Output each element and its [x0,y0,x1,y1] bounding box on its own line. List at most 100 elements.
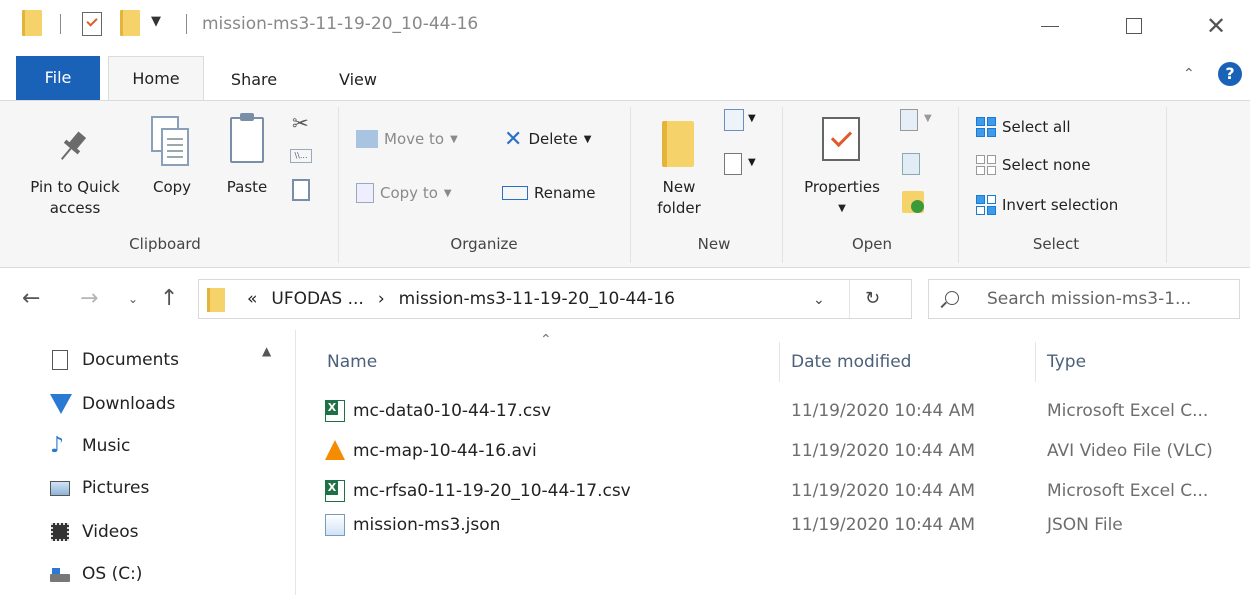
address-history-chevron-icon[interactable]: ⌄ [813,292,825,308]
tab-view[interactable]: View [322,60,394,100]
chevron-down-icon[interactable]: ▼ [748,157,756,168]
search-input[interactable]: Search mission-ms3-1... [987,289,1191,309]
forward-arrow-icon[interactable]: → [80,286,98,311]
paste-button[interactable]: Paste [218,177,276,198]
sort-ascending-icon: ⌃ [540,332,552,348]
table-row[interactable]: mc-rfsa0-11-19-20_10-44-17.csv 11/19/202… [297,476,1250,508]
paste-icon [230,113,264,163]
delete-button[interactable]: ✕ Delete ▼ [504,127,592,152]
pin-to-quick-access-button[interactable]: Pin to Quick access [18,177,132,219]
pin-label-line1: Pin to Quick [30,178,120,196]
chevron-down-icon: ▼ [450,133,458,145]
sidebar-item-documents[interactable]: Documents [50,344,179,376]
copy-to-button[interactable]: Copy to ▼ [356,181,452,205]
close-icon: ✕ [1205,12,1227,40]
file-date: 11/19/2020 10:44 AM [791,441,976,461]
properties-quick-access-icon[interactable] [82,12,102,36]
excel-icon [325,400,345,422]
clipboard-group-label: Clipboard [129,235,201,253]
search-icon [945,291,959,305]
select-none-label: Select none [1002,156,1091,174]
file-type: AVI Video File (VLC) [1047,441,1213,461]
copy-button[interactable]: Copy [146,177,198,198]
group-separator [1166,107,1167,263]
close-button[interactable]: ✕ [1186,0,1246,52]
file-date: 11/19/2020 10:44 AM [791,515,976,535]
collapse-ribbon-chevron-icon[interactable]: ⌃ [1183,66,1195,82]
table-row[interactable]: mc-map-10-44-16.avi 11/19/2020 10:44 AM … [297,436,1250,468]
select-none-button[interactable]: Select none [976,153,1090,177]
easy-access-icon[interactable] [724,153,742,175]
invert-selection-icon [976,195,996,215]
customize-quick-access-dropdown[interactable]: ▼ [151,14,161,29]
videos-icon [50,522,70,542]
chevron-down-icon: ▼ [443,187,452,199]
up-arrow-icon[interactable]: ↑ [160,286,178,311]
refresh-icon[interactable]: ↻ [865,288,880,309]
chevron-down-icon[interactable]: ▼ [748,113,756,124]
help-icon[interactable]: ? [1218,62,1242,86]
rename-button[interactable]: Rename [502,181,596,205]
downloads-icon [50,394,72,414]
history-icon[interactable] [902,191,924,213]
sidebar-item-os-drive[interactable]: OS (C:) [50,558,142,590]
chevron-down-icon[interactable]: ▼ [924,113,932,124]
table-row[interactable]: mc-data0-10-44-17.csv 11/19/2020 10:44 A… [297,396,1250,428]
minimize-button[interactable] [1020,0,1080,52]
breadcrumb-separator[interactable]: › [378,289,385,309]
tab-home[interactable]: Home [108,56,204,100]
sidebar-item-videos[interactable]: Videos [50,516,139,548]
invert-selection-label: Invert selection [1002,196,1119,214]
pin-icon [60,131,87,160]
invert-selection-button[interactable]: Invert selection [976,193,1118,217]
address-bar[interactable]: « UFODAS ... › mission-ms3-11-19-20_10-4… [198,279,912,319]
navigation-pane: ▲ Documents Downloads ♪ Music Pictures V… [0,330,296,595]
new-item-icon[interactable] [724,109,744,131]
copy-path-icon[interactable]: \\... [290,149,312,163]
group-separator [630,107,631,263]
table-row[interactable]: mission-ms3.json 11/19/2020 10:44 AM JSO… [297,510,1250,542]
breadcrumb-item-ufodas[interactable]: UFODAS ... [271,289,363,309]
edit-icon[interactable] [902,153,920,175]
column-header-name[interactable]: Name [327,352,377,372]
column-separator[interactable] [1035,342,1036,382]
chevron-down-icon: ▼ [583,133,592,145]
move-to-button[interactable]: Move to ▼ [356,127,458,151]
column-separator[interactable] [779,342,780,382]
new-folder-icon [662,121,694,167]
breadcrumb-overflow[interactable]: « [247,289,257,309]
cut-icon[interactable]: ✂ [292,111,309,135]
paste-shortcut-icon[interactable] [292,179,310,201]
select-all-button[interactable]: Select all [976,115,1071,139]
new-folder-quick-access-icon[interactable] [120,10,140,36]
recent-locations-chevron-icon[interactable]: ⌄ [128,292,138,306]
column-header-type[interactable]: Type [1047,352,1086,372]
copy-to-label: Copy to [380,184,438,202]
file-type: Microsoft Excel C... [1047,401,1209,421]
music-icon: ♪ [50,433,65,458]
tab-share[interactable]: Share [212,60,296,100]
file-name: mc-map-10-44-16.avi [353,441,537,461]
properties-button[interactable]: Properties ▼ [792,177,892,219]
sidebar-item-downloads[interactable]: Downloads [50,388,175,420]
json-icon [325,514,345,536]
delete-label: Delete [528,130,578,148]
organize-group-label: Organize [450,235,518,253]
back-arrow-icon[interactable]: ← [22,286,40,311]
open-icon[interactable] [900,109,918,131]
breadcrumb-item-current[interactable]: mission-ms3-11-19-20_10-44-16 [399,289,675,309]
sidebar-item-pictures[interactable]: Pictures [50,472,149,504]
column-header-date-modified[interactable]: Date modified [791,352,911,372]
new-folder-button[interactable]: New folder [654,177,704,219]
ribbon-tabs: File Home Share View [0,52,1250,100]
sidebar-item-music[interactable]: ♪ Music [50,430,130,462]
maximize-button[interactable] [1104,0,1164,52]
tab-file[interactable]: File [16,56,100,100]
scroll-up-arrow-icon[interactable]: ▲ [262,344,271,358]
new-folder-label-line2: folder [657,199,701,217]
group-separator [958,107,959,263]
drive-icon [50,564,70,584]
separator [186,14,187,34]
select-none-icon [976,155,996,175]
search-box[interactable]: Search mission-ms3-1... [928,279,1240,319]
